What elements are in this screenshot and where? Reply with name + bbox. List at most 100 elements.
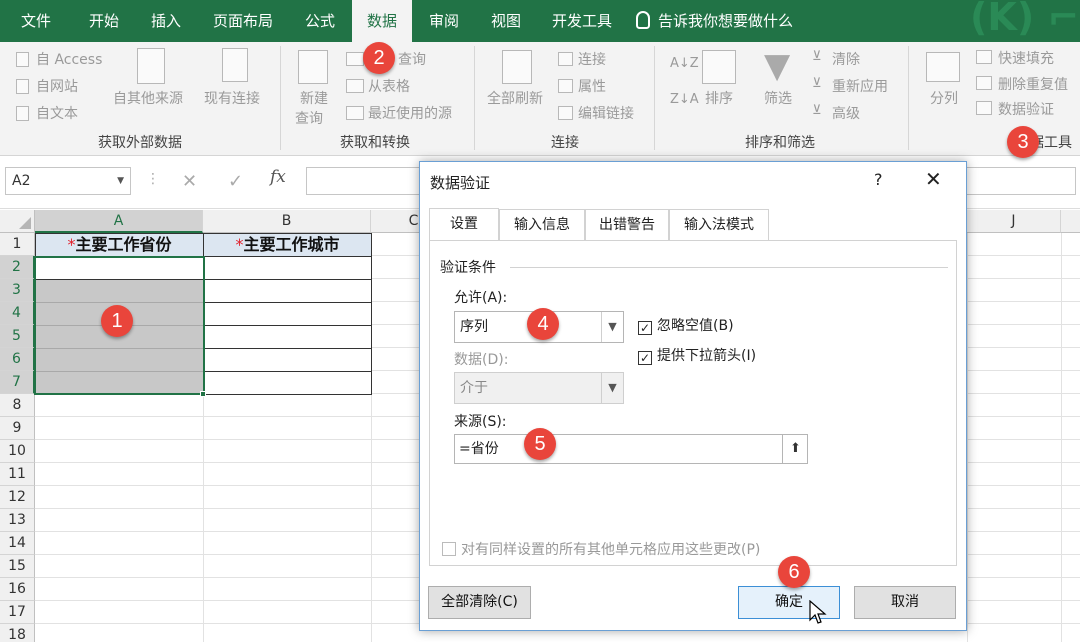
chevron-down-icon[interactable]: ▼ [601,312,623,342]
advanced-button[interactable]: 高级 [832,103,860,123]
row-header-3[interactable]: 3 [0,279,35,302]
reapply-button[interactable]: 重新应用 [832,76,888,96]
row-header-1[interactable]: 1 [0,233,35,256]
row-header-18[interactable]: 18 [0,624,35,642]
access-icon [16,52,29,67]
help-icon[interactable]: ? [874,170,883,189]
refresh-all-icon [502,50,532,84]
tab-insert[interactable]: 插入 [140,0,192,42]
text-to-columns-button[interactable]: 分列 [930,88,958,108]
sort-descending-icon[interactable]: Z↓A [670,92,699,107]
tab-file[interactable]: 文件 [10,0,62,42]
row-header-6[interactable]: 6 [0,348,35,371]
cell-b3[interactable] [203,279,372,303]
properties-button[interactable]: 属性 [578,76,606,96]
chevron-down-icon[interactable]: ▼ [117,168,124,194]
refresh-all-button[interactable]: 全部刷新 [487,88,543,108]
column-header-j[interactable]: J [967,210,1061,233]
row-header-5[interactable]: 5 [0,325,35,348]
insert-function-icon[interactable]: fx [270,167,286,187]
allow-value: 序列 [460,319,488,335]
grid-line [967,233,968,642]
in-cell-dropdown-label: 提供下拉箭头(I) [657,348,757,364]
cell-a1[interactable]: *主要工作省份 [35,233,204,257]
tab-view[interactable]: 视图 [480,0,532,42]
from-text-button[interactable]: 自文本 [36,103,78,123]
new-query-label-line1[interactable]: 新建 [300,88,328,108]
tab-settings[interactable]: 设置 [429,208,499,241]
row-header-11[interactable]: 11 [0,463,35,486]
new-query-label-line2[interactable]: 查询 [295,108,323,128]
row-header-9[interactable]: 9 [0,417,35,440]
cell-b6[interactable] [203,348,372,372]
text-file-icon [16,106,29,121]
cell-b2[interactable] [203,256,372,280]
select-all-corner[interactable] [0,210,35,233]
tab-review[interactable]: 审阅 [418,0,470,42]
ribbon: 自 Access 自网站 自文本 自其他来源 现有连接 获取外部数据 新建 查询… [0,42,1080,156]
row-header-10[interactable]: 10 [0,440,35,463]
name-box[interactable]: A2 ▼ [5,167,131,195]
tell-me-box[interactable]: 告诉我你想要做什么 [636,0,793,42]
cell-b4[interactable] [203,302,372,326]
tab-input-message[interactable]: 输入信息 [499,209,585,241]
other-sources-button[interactable]: 自其他来源 [113,88,183,108]
row-header-4[interactable]: 4 [0,302,35,325]
in-cell-dropdown-checkbox[interactable]: ✓ 提供下拉箭头(I) [638,345,756,365]
collapse-range-icon[interactable]: ⬆ [782,435,808,463]
tab-page-layout[interactable]: 页面布局 [204,0,282,42]
row-header-14[interactable]: 14 [0,532,35,555]
row-header-15[interactable]: 15 [0,555,35,578]
text-to-columns-icon [926,52,960,82]
show-queries-button[interactable]: 查询 [398,49,426,69]
cell-b5[interactable] [203,325,372,349]
column-header-k[interactable] [1061,210,1080,233]
fill-handle[interactable] [200,391,206,397]
flash-fill-button[interactable]: 快速填充 [998,48,1054,68]
column-header-a[interactable]: A [35,210,203,233]
connections-button[interactable]: 连接 [578,49,606,69]
row-header-17[interactable]: 17 [0,601,35,624]
from-table-button[interactable]: 从表格 [368,76,410,96]
from-web-button[interactable]: 自网站 [36,76,78,96]
edit-links-button[interactable]: 编辑链接 [578,103,634,123]
flash-fill-icon [976,50,992,64]
row-header-8[interactable]: 8 [0,394,35,417]
close-icon[interactable]: ✕ [925,167,942,191]
cell-b7[interactable] [203,371,372,395]
recent-sources-button[interactable]: 最近使用的源 [368,103,452,123]
enter-formula-icon[interactable]: ✓ [228,171,243,192]
tab-home[interactable]: 开始 [78,0,130,42]
row-header-7[interactable]: 7 [0,371,35,394]
name-box-value: A2 [12,173,31,189]
row-header-16[interactable]: 16 [0,578,35,601]
more-options-icon[interactable]: ⋮ [146,171,160,187]
step-badge-2: 2 [363,42,395,74]
ignore-blank-checkbox[interactable]: ✓ 忽略空值(B) [638,315,734,335]
tab-formulas[interactable]: 公式 [294,0,346,42]
tab-data[interactable]: 数据 [352,0,412,42]
sort-ascending-icon[interactable]: A↓Z [670,56,699,71]
row-header-13[interactable]: 13 [0,509,35,532]
row-header-12[interactable]: 12 [0,486,35,509]
tab-ime-mode[interactable]: 输入法模式 [669,209,769,241]
source-label: 来源(S): [454,414,507,430]
data-validation-button[interactable]: 数据验证 [998,99,1054,119]
cancel-formula-icon[interactable]: ✕ [182,171,197,192]
cell-b1[interactable]: *主要工作城市 [203,233,372,257]
tab-developer[interactable]: 开发工具 [544,0,620,42]
source-input[interactable]: =省份 [454,434,808,464]
cancel-button[interactable]: 取消 [854,586,956,619]
from-access-button[interactable]: 自 Access [36,49,102,69]
remove-duplicates-button[interactable]: 删除重复值 [998,74,1068,94]
tab-error-alert[interactable]: 出错警告 [585,209,669,241]
column-header-b[interactable]: B [203,210,371,233]
checkbox-checked-icon: ✓ [638,351,652,365]
sort-button[interactable]: 排序 [705,88,733,108]
clear-all-button[interactable]: 全部清除(C) [428,586,531,619]
sort-dialog-icon [702,50,736,84]
existing-connections-button[interactable]: 现有连接 [204,88,260,108]
row-header-2[interactable]: 2 [0,256,35,279]
clear-button[interactable]: 清除 [832,49,860,69]
filter-button[interactable]: 筛选 [764,88,792,108]
